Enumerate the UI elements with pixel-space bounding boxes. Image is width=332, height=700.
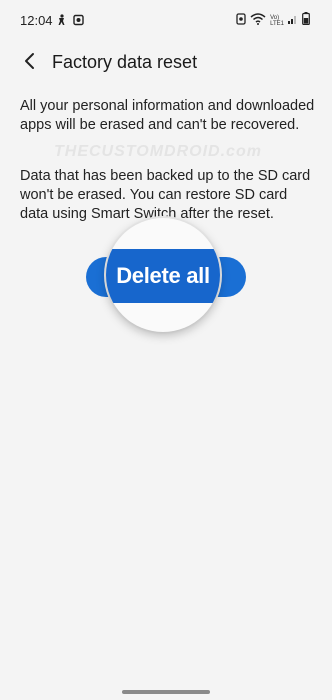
delete-all-label: Delete all: [116, 263, 210, 288]
wifi-icon: [250, 12, 266, 30]
status-right-icons: Vo) LTE1: [236, 12, 310, 30]
delete-all-button-magnified[interactable]: Delete all: [106, 249, 220, 303]
gesture-handle[interactable]: [122, 690, 210, 694]
app-bar: Factory data reset: [0, 42, 332, 82]
volte-indicator: Vo) LTE1: [270, 15, 284, 27]
accessibility-icon: [56, 13, 67, 25]
photo-icon: [73, 13, 84, 26]
status-bar: 12:04 Vo) LTE1: [0, 0, 332, 40]
chevron-left-icon: [23, 52, 35, 75]
watermark: THECUSTOMDROID.com: [54, 143, 262, 160]
volte-line-2: LTE1: [270, 21, 284, 27]
page-title: Factory data reset: [52, 52, 198, 72]
magnifier-overlay[interactable]: Delete all: [106, 218, 220, 332]
back-button[interactable]: [14, 48, 44, 78]
battery-icon: [302, 12, 310, 30]
erase-warning-text: All your personal information and downlo…: [20, 98, 315, 133]
signal-icon: [288, 12, 298, 30]
status-left-icons: [56, 13, 84, 26]
alarm-icon: [236, 12, 246, 30]
status-time: 12:04: [20, 13, 53, 28]
sd-card-info-text: Data that has been backed up to the SD c…: [20, 168, 311, 222]
